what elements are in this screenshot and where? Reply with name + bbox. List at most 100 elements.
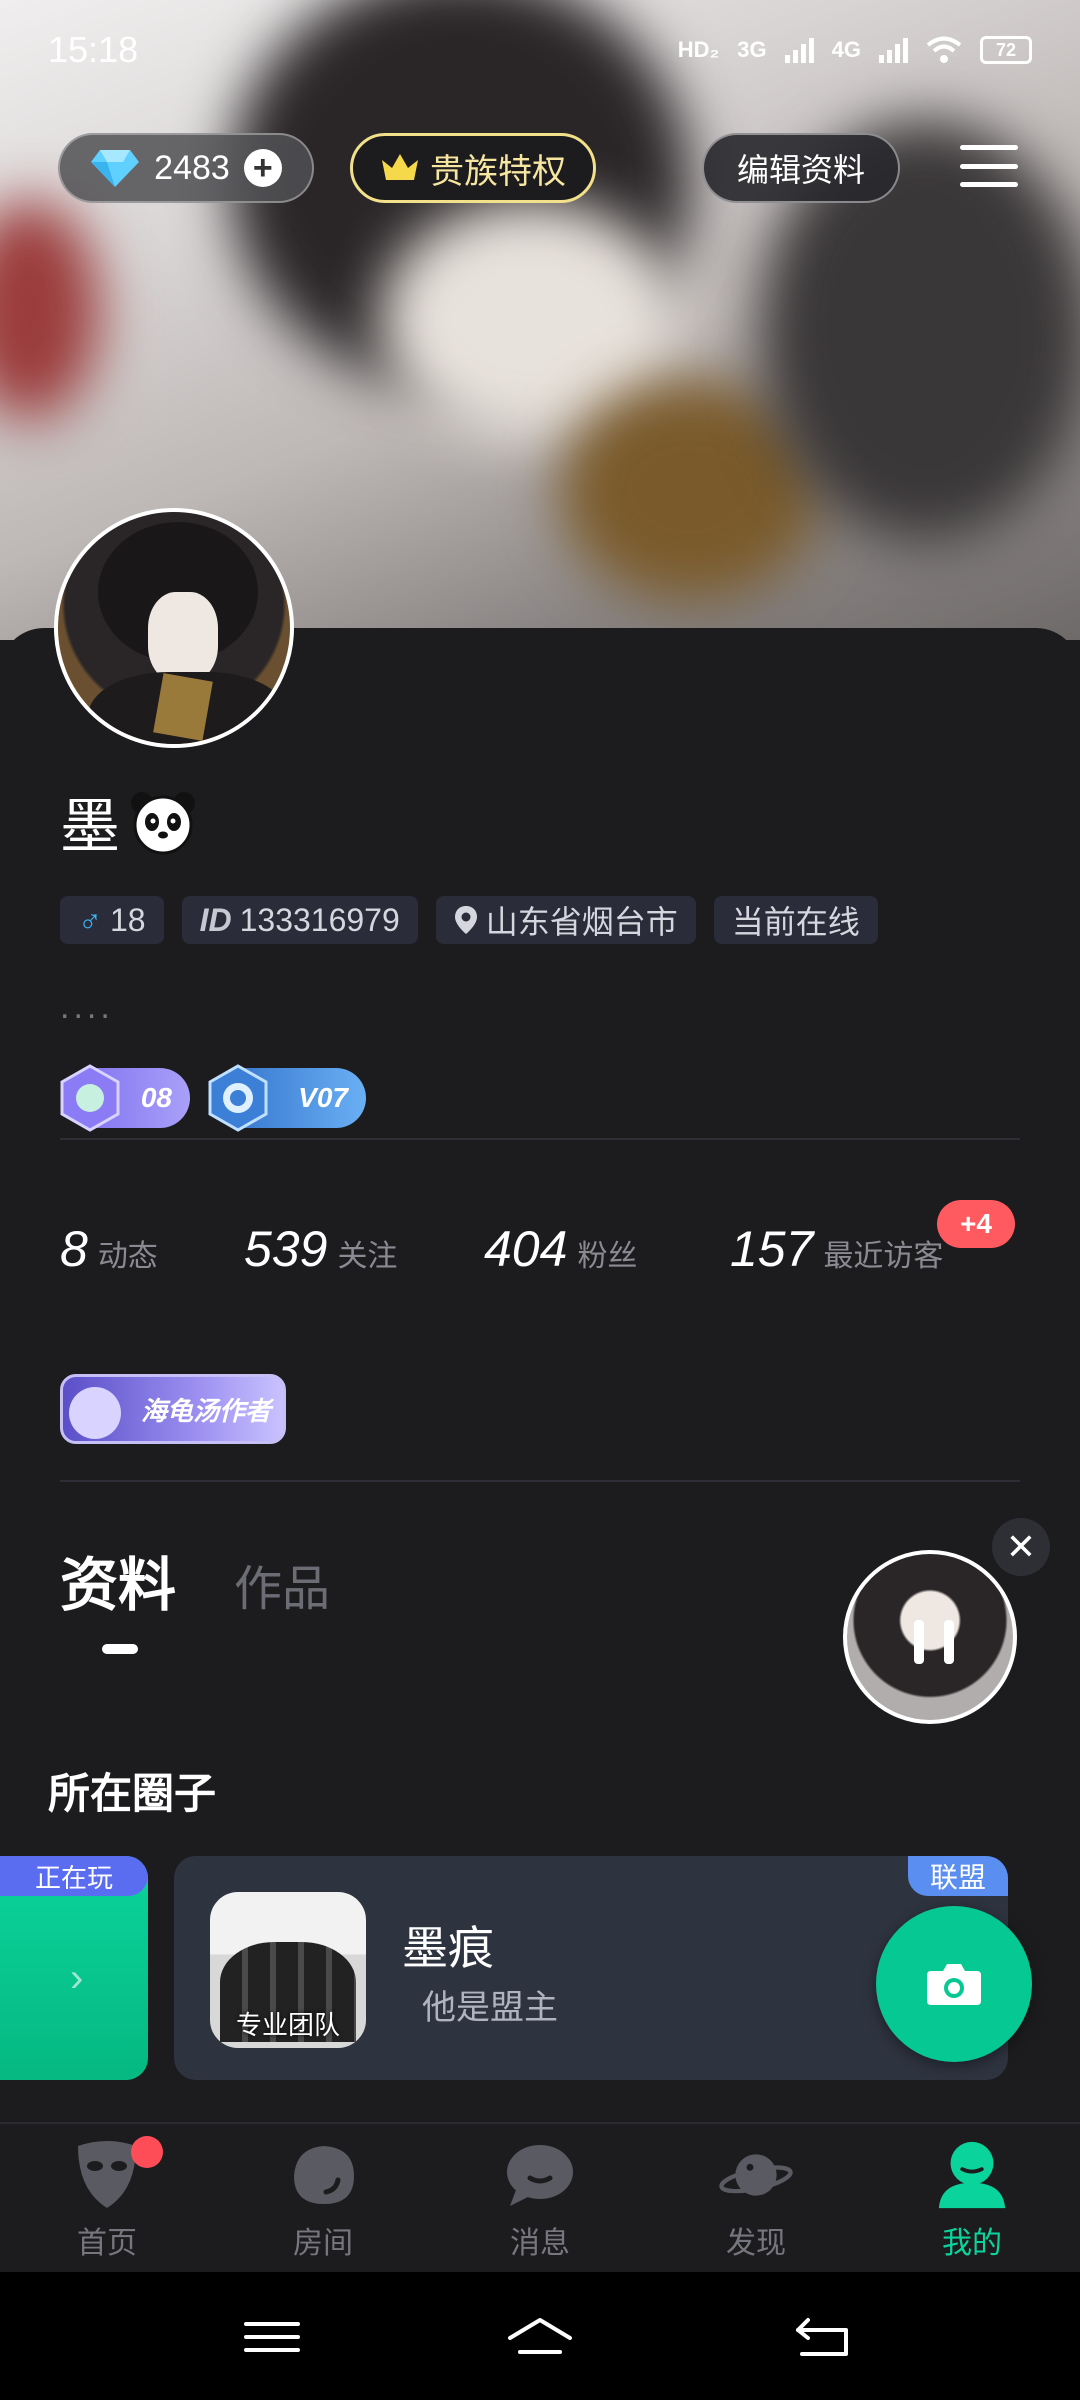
- nav-label: 房间: [293, 2227, 353, 2260]
- status-time: 15:18: [48, 29, 139, 70]
- stat-fans[interactable]: 404 粉丝: [484, 1220, 637, 1278]
- signal-icon: [784, 37, 814, 63]
- battery-level: 72: [995, 39, 1017, 60]
- stat-label: 动态: [97, 1240, 158, 1273]
- nav-messages[interactable]: 消息: [460, 2138, 620, 2268]
- noble-label: 贵族特权: [430, 152, 566, 191]
- close-icon[interactable]: ✕: [992, 1518, 1050, 1576]
- nav-rooms[interactable]: 房间: [243, 2138, 403, 2268]
- network-4g-label: 4G: [831, 37, 861, 62]
- thumbnail-caption: 专业团队: [235, 2010, 340, 2040]
- circles-section-title: 所在圈子: [48, 1770, 217, 1817]
- profile-tabs: 资料 作品: [60, 1538, 330, 1622]
- stat-value: 8: [60, 1221, 88, 1277]
- avatar[interactable]: [54, 508, 294, 748]
- menu-icon[interactable]: [960, 145, 1018, 187]
- user-id-tag[interactable]: ID 133316979: [181, 896, 418, 944]
- home-icon[interactable]: [500, 2302, 580, 2372]
- age-value: 18: [110, 901, 146, 938]
- camera-icon: [927, 1964, 981, 2005]
- stat-visitors[interactable]: 157 最近访客: [730, 1220, 943, 1278]
- id-value: 133316979: [239, 901, 400, 938]
- bottom-nav: 首页 房间 消息 发现 我的: [0, 2122, 1080, 2272]
- chat-bubble-icon: [503, 2138, 577, 2212]
- recent-apps-icon[interactable]: [232, 2302, 312, 2372]
- bio-text[interactable]: ....: [60, 988, 114, 1027]
- location-text: 山东省烟台市: [485, 904, 678, 940]
- medal-label: 海龟汤作者: [140, 1395, 271, 1426]
- crown-icon: [382, 154, 418, 180]
- stat-posts[interactable]: 8 动态: [60, 1220, 158, 1278]
- vip-gem-icon: [208, 1064, 268, 1132]
- status-bar: 15:18 HD₂ 3G 4G 72: [0, 0, 1080, 100]
- nav-me[interactable]: 我的: [892, 2138, 1052, 2268]
- level-badge-text: 08: [140, 1082, 172, 1113]
- online-status-text: 当前在线: [731, 904, 860, 940]
- wifi-icon: [926, 36, 962, 63]
- stat-label: 粉丝: [577, 1240, 638, 1273]
- floating-room-player[interactable]: [843, 1550, 1017, 1724]
- tab-works[interactable]: 作品: [234, 1549, 330, 1619]
- level-badges: 08 V07: [60, 1064, 366, 1132]
- edit-profile-label: 编辑资料: [736, 152, 865, 188]
- stat-value: 539: [244, 1221, 328, 1277]
- divider: [60, 1138, 1020, 1140]
- profile-stats: 8 动态 539 关注 404 粉丝 157 最近访客: [60, 1220, 1020, 1290]
- hd-icon: HD₂: [677, 37, 720, 62]
- profile-name-text: 墨: [60, 793, 120, 860]
- network-3g-label: 3G: [737, 37, 767, 62]
- diamond-count: 2483: [154, 148, 230, 187]
- divider: [60, 1480, 1020, 1482]
- profile-name: 墨: [60, 778, 198, 865]
- noble-privilege-button[interactable]: 贵族特权: [350, 133, 596, 203]
- location-pin-icon: [454, 906, 477, 934]
- stat-label: 关注: [337, 1240, 398, 1273]
- circle-role: 他是盟主: [422, 1989, 558, 2027]
- stat-following[interactable]: 539 关注: [244, 1220, 397, 1278]
- add-icon[interactable]: +: [243, 149, 282, 187]
- profile-tags: ♂ 18 ID 133316979 山东省烟台市 当前在线: [60, 896, 878, 944]
- tab-indicator: [102, 1644, 138, 1654]
- stat-label: 最近访客: [823, 1240, 944, 1273]
- level-badge[interactable]: 08: [60, 1064, 190, 1132]
- gender-age-tag: ♂ 18: [60, 896, 164, 944]
- back-icon[interactable]: [782, 2302, 862, 2372]
- location-tag: 山东省烟台市: [435, 896, 696, 944]
- nav-home[interactable]: 首页: [27, 2138, 187, 2268]
- circle-name: 墨痕: [402, 1922, 494, 1974]
- nav-discover[interactable]: 发现: [676, 2138, 836, 2268]
- leaf-gem-icon: [60, 1064, 120, 1132]
- nav-label: 发现: [726, 2227, 786, 2260]
- diamond-icon: [91, 150, 140, 187]
- now-playing-card[interactable]: 正在玩 ›: [0, 1856, 148, 2080]
- male-icon: ♂: [78, 901, 102, 938]
- stat-value: 404: [484, 1221, 568, 1277]
- medal-badge[interactable]: 海龟汤作者: [60, 1374, 286, 1444]
- room-icon: [286, 2138, 360, 2212]
- turtle-icon: [69, 1387, 121, 1439]
- planet-icon: [719, 2138, 793, 2212]
- profile-icon: [935, 2138, 1009, 2212]
- circle-thumbnail: 专业团队: [210, 1892, 366, 2048]
- alliance-tag: 联盟: [908, 1856, 1008, 1896]
- id-label: ID: [199, 901, 232, 938]
- battery-icon: 72: [980, 36, 1032, 64]
- edit-profile-button[interactable]: 编辑资料: [702, 133, 900, 203]
- nav-label: 消息: [510, 2227, 570, 2260]
- nav-label: 首页: [77, 2227, 137, 2260]
- tab-info[interactable]: 资料: [60, 1538, 176, 1622]
- chevron-right-icon: ›: [70, 1956, 84, 2000]
- camera-post-button[interactable]: [876, 1906, 1032, 2062]
- stat-value: 157: [730, 1221, 814, 1277]
- system-nav-bar: [0, 2272, 1080, 2400]
- vip-badge-text: V07: [298, 1082, 348, 1113]
- new-visitors-badge: +4: [937, 1200, 1015, 1248]
- vip-badge[interactable]: V07: [208, 1064, 366, 1132]
- playing-icon: [914, 1620, 954, 1664]
- panda-emoji-icon: [131, 791, 195, 854]
- online-status-tag: 当前在线: [713, 896, 878, 944]
- diamond-wallet-button[interactable]: 2483 +: [58, 133, 314, 203]
- signal-icon: [879, 37, 908, 63]
- now-playing-label: 正在玩: [0, 1856, 148, 1896]
- notification-dot: [131, 2136, 163, 2168]
